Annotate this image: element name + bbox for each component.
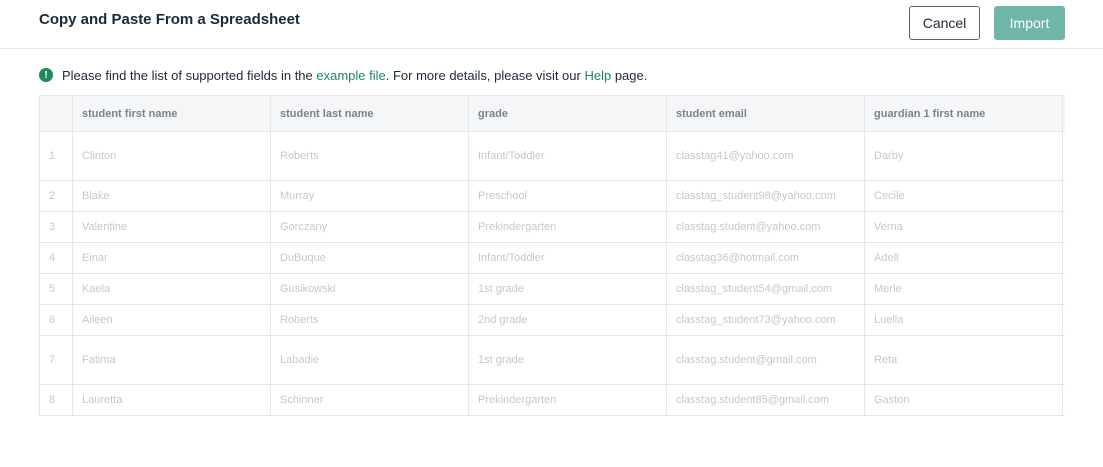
- table-cell[interactable]: Schinner: [270, 384, 469, 416]
- table-cell[interactable]: classtag.student85@gmail.com: [666, 384, 865, 416]
- table-row: 5 Kaela Gusikowski 1st grade classtag_st…: [39, 273, 1065, 305]
- table-cell[interactable]: classtag36@hotmail.com: [666, 242, 865, 274]
- table-cell[interactable]: Prekindergarten: [468, 384, 667, 416]
- table-cell[interactable]: Aileen: [72, 304, 271, 336]
- table-cell-overflow: [1062, 335, 1065, 385]
- table-cell[interactable]: Darby: [864, 131, 1063, 181]
- table-cell[interactable]: 1st grade: [468, 335, 667, 385]
- table-row: 2 Blake Murray Preschool classtag_studen…: [39, 180, 1065, 212]
- table-cell-overflow: [1062, 242, 1065, 274]
- table-cell[interactable]: Blake: [72, 180, 271, 212]
- info-message: ! Please find the list of supported fiel…: [39, 66, 647, 84]
- table-cell[interactable]: Clinton: [72, 131, 271, 181]
- table-cell[interactable]: Adell: [864, 242, 1063, 274]
- column-header-overflow: [1062, 95, 1065, 132]
- table-cell-overflow: [1062, 304, 1065, 336]
- row-number: 7: [39, 335, 73, 385]
- table-cell[interactable]: classtag_student54@gmail.com: [666, 273, 865, 305]
- exclamation-circle-icon: !: [39, 68, 53, 82]
- table-cell-overflow: [1062, 273, 1065, 305]
- table-cell[interactable]: Labadie: [270, 335, 469, 385]
- table-cell[interactable]: Luella: [864, 304, 1063, 336]
- table-cell[interactable]: classtag.student@yahoo.com: [666, 211, 865, 243]
- table-cell[interactable]: Murray: [270, 180, 469, 212]
- table-cell[interactable]: Fatima: [72, 335, 271, 385]
- table-cell[interactable]: DuBuque: [270, 242, 469, 274]
- table-cell-overflow: [1062, 211, 1065, 243]
- table-cell[interactable]: Lauretta: [72, 384, 271, 416]
- table-cell[interactable]: 2nd grade: [468, 304, 667, 336]
- table-cell[interactable]: Verna: [864, 211, 1063, 243]
- table-cell-overflow: [1062, 180, 1065, 212]
- table-row: 8 Lauretta Schinner Prekindergarten clas…: [39, 384, 1065, 416]
- table-cell[interactable]: classtag41@yahoo.com: [666, 131, 865, 181]
- table-row: 7 Fatima Labadie 1st grade classtag.stud…: [39, 335, 1065, 385]
- data-table: student first name student last name gra…: [39, 95, 1065, 416]
- table-cell-overflow: [1062, 384, 1065, 416]
- column-header: student email: [666, 95, 865, 132]
- header-row: student first name student last name gra…: [39, 95, 1065, 132]
- table-cell[interactable]: Prekindergarten: [468, 211, 667, 243]
- row-number-header: [39, 95, 73, 132]
- row-number: 8: [39, 384, 73, 416]
- table-cell[interactable]: Roberts: [270, 131, 469, 181]
- table-cell[interactable]: Gorczany: [270, 211, 469, 243]
- table-cell[interactable]: Gusikowski: [270, 273, 469, 305]
- column-header: student last name: [270, 95, 469, 132]
- table-cell[interactable]: classtag.student@gmail.com: [666, 335, 865, 385]
- table-cell[interactable]: 1st grade: [468, 273, 667, 305]
- table-cell[interactable]: Gaston: [864, 384, 1063, 416]
- column-header: student first name: [72, 95, 271, 132]
- column-header: grade: [468, 95, 667, 132]
- table-cell[interactable]: Merle: [864, 273, 1063, 305]
- table-cell[interactable]: Kaela: [72, 273, 271, 305]
- row-number: 4: [39, 242, 73, 274]
- table-cell[interactable]: Einar: [72, 242, 271, 274]
- row-number: 5: [39, 273, 73, 305]
- row-number: 6: [39, 304, 73, 336]
- import-button[interactable]: Import: [994, 6, 1065, 40]
- page-title: Copy and Paste From a Spreadsheet: [39, 11, 300, 28]
- table-cell[interactable]: Valentine: [72, 211, 271, 243]
- row-number: 3: [39, 211, 73, 243]
- column-header: guardian 1 first name: [864, 95, 1063, 132]
- table-row: 3 Valentine Gorczany Prekindergarten cla…: [39, 211, 1065, 243]
- example-file-link[interactable]: example file: [316, 68, 385, 83]
- row-number: 1: [39, 131, 73, 181]
- table-cell[interactable]: Reta: [864, 335, 1063, 385]
- info-text-before: Please find the list of supported fields…: [62, 67, 317, 83]
- table-row: 1 Clinton Roberts Infant/Toddler classta…: [39, 131, 1065, 181]
- table-cell[interactable]: Infant/Toddler: [468, 131, 667, 181]
- spreadsheet-grid[interactable]: student first name student last name gra…: [39, 95, 1065, 417]
- table-cell[interactable]: classtag_student98@yahoo.com: [666, 180, 865, 212]
- info-text-middle: . For more details, please visit our: [385, 67, 585, 83]
- table-cell[interactable]: Infant/Toddler: [468, 242, 667, 274]
- table-cell[interactable]: classtag_student73@yahoo.com: [666, 304, 865, 336]
- help-link[interactable]: Help: [584, 68, 611, 83]
- info-text-after: page.: [611, 67, 648, 83]
- table-cell-overflow: [1062, 131, 1065, 181]
- table-row: 4 Einar DuBuque Infant/Toddler classtag3…: [39, 242, 1065, 274]
- table-cell[interactable]: Preschool: [468, 180, 667, 212]
- cancel-button[interactable]: Cancel: [909, 6, 980, 40]
- table-cell[interactable]: Cecile: [864, 180, 1063, 212]
- table-row: 6 Aileen Roberts 2nd grade classtag_stud…: [39, 304, 1065, 336]
- row-number: 2: [39, 180, 73, 212]
- modal-header: Copy and Paste From a Spreadsheet Cancel…: [0, 0, 1103, 49]
- table-cell[interactable]: Roberts: [270, 304, 469, 336]
